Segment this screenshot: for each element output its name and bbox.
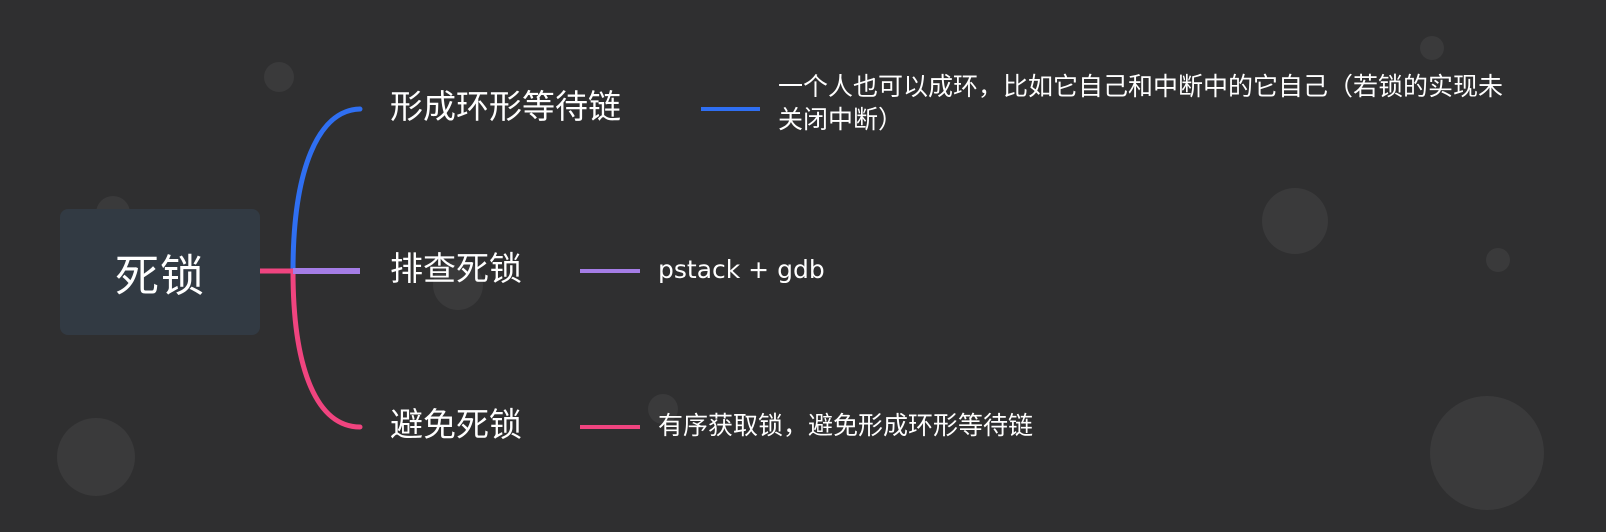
leaf-note-circular-wait[interactable]: 一个人也可以成环，比如它自己和中断中的它自己（若锁的实现未关闭中断） xyxy=(778,70,1518,136)
branch-topic-circular-wait[interactable]: 形成环形等待链 xyxy=(390,87,621,127)
root-topic-label: 死锁 xyxy=(115,251,205,302)
root-to-branch-3-connector xyxy=(290,268,363,430)
leaf-note-avoid[interactable]: 有序获取锁，避免形成环形等待链 xyxy=(658,409,1033,442)
leaf-note-troubleshoot[interactable]: pstack + gdb xyxy=(658,253,825,286)
branch-topic-avoid-deadlock[interactable]: 避免死锁 xyxy=(390,405,522,445)
root-to-branch-1-connector xyxy=(290,106,363,274)
root-topic[interactable]: 死锁 xyxy=(60,209,260,335)
branch-topic-troubleshoot-deadlock[interactable]: 排查死锁 xyxy=(390,249,522,289)
